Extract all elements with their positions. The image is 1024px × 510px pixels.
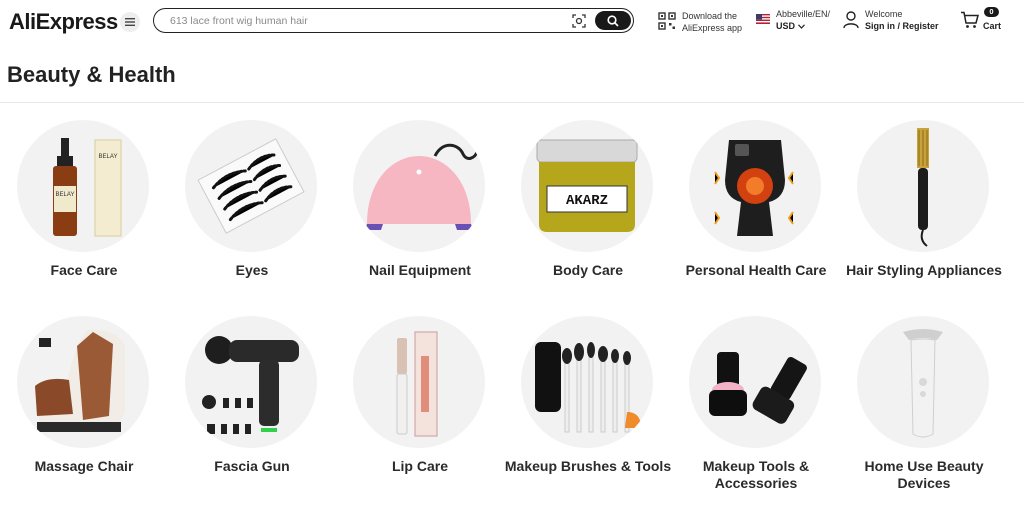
qr-code-icon [658,12,676,30]
user-icon [843,11,859,29]
search-icon [607,14,619,27]
download-app-line1: Download the [682,11,738,21]
brush-set-image [521,316,653,448]
download-app-line2: AliExpress app [682,23,743,33]
aliexpress-logo[interactable]: AliExpress [9,9,118,35]
category-label: Makeup Tools & Accessories [702,458,810,491]
category-fascia-gun[interactable]: Fascia Gun [168,314,336,504]
locale-currency: USD [776,21,805,31]
category-eyes[interactable]: Eyes [168,118,336,308]
category-personal-health-care[interactable]: Personal Health Care [672,118,840,308]
cart-button[interactable]: 0 Cart [960,7,1008,35]
menu-button[interactable] [120,12,140,32]
nail-lamp-image [353,120,485,252]
category-label: Body Care [552,262,624,278]
knee-massager-image [689,120,821,252]
chevron-down-icon [797,24,805,29]
svg-text:BELAY: BELAY [56,192,75,198]
search-bar [153,8,634,33]
category-label: Massage Chair [34,458,134,474]
category-lip-care[interactable]: Lip Care [336,314,504,504]
category-label: Personal Health Care [685,262,827,278]
cart-icon [961,11,979,28]
svg-text:AKARZ: AKARZ [566,193,608,209]
page-title: Beauty & Health [7,62,176,87]
category-face-care[interactable]: BELAY BELAY Face Care [0,118,168,308]
account-menu[interactable]: Welcome Sign in / Register [843,9,943,35]
category-label: Home Use Beauty Devices [864,458,984,491]
category-nail-equipment[interactable]: Nail Equipment [336,118,504,308]
category-label: Lip Care [391,458,448,474]
massage-chair-image [17,316,149,448]
category-makeup-tools-accessories[interactable]: Makeup Tools & Accessories [672,314,840,504]
category-massage-chair[interactable]: Massage Chair [0,314,168,504]
locale-region: Abbeville/EN/ [776,9,831,19]
welcome-text: Welcome [865,9,903,19]
header-divider [0,102,1024,103]
category-label: Hair Styling Appliances [846,262,1002,278]
category-label: Nail Equipment [369,262,471,278]
body-butter-jar-image: AKARZ [521,120,653,252]
category-label: Makeup Brushes & Tools [504,458,672,474]
cart-count-badge: 0 [984,7,999,17]
category-label: Eyes [235,262,269,278]
cart-label: Cart [983,21,1002,31]
beauty-device-image [857,316,989,448]
category-makeup-brushes-tools[interactable]: Makeup Brushes & Tools [504,314,672,504]
search-button[interactable] [595,11,631,30]
category-label: Fascia Gun [214,458,290,474]
lip-gloss-image [353,316,485,448]
locale-selector[interactable]: Abbeville/EN/ USD [756,9,836,35]
category-body-care[interactable]: AKARZ Body Care [504,118,672,308]
sign-in-register-link[interactable]: Sign in / Register [865,21,939,31]
search-input[interactable] [170,13,560,29]
serum-bottle-image: BELAY BELAY [17,120,149,252]
category-label: Face Care [50,262,118,278]
us-flag-icon [756,14,770,24]
download-app-link[interactable]: Download the AliExpress app [658,9,748,35]
top-header: AliExpress 613 lace front wig human hair… [0,0,1024,44]
image-search-icon[interactable] [572,14,586,28]
false-lashes-image [185,120,317,252]
category-hair-styling-appliances[interactable]: Hair Styling Appliances [840,118,1008,308]
svg-text:BELAY: BELAY [99,154,118,160]
hot-comb-image [857,120,989,252]
powder-puffs-image [689,316,821,448]
category-home-use-beauty-devices[interactable]: Home Use Beauty Devices [840,314,1008,504]
hamburger-icon [125,18,135,26]
massage-gun-image [185,316,317,448]
